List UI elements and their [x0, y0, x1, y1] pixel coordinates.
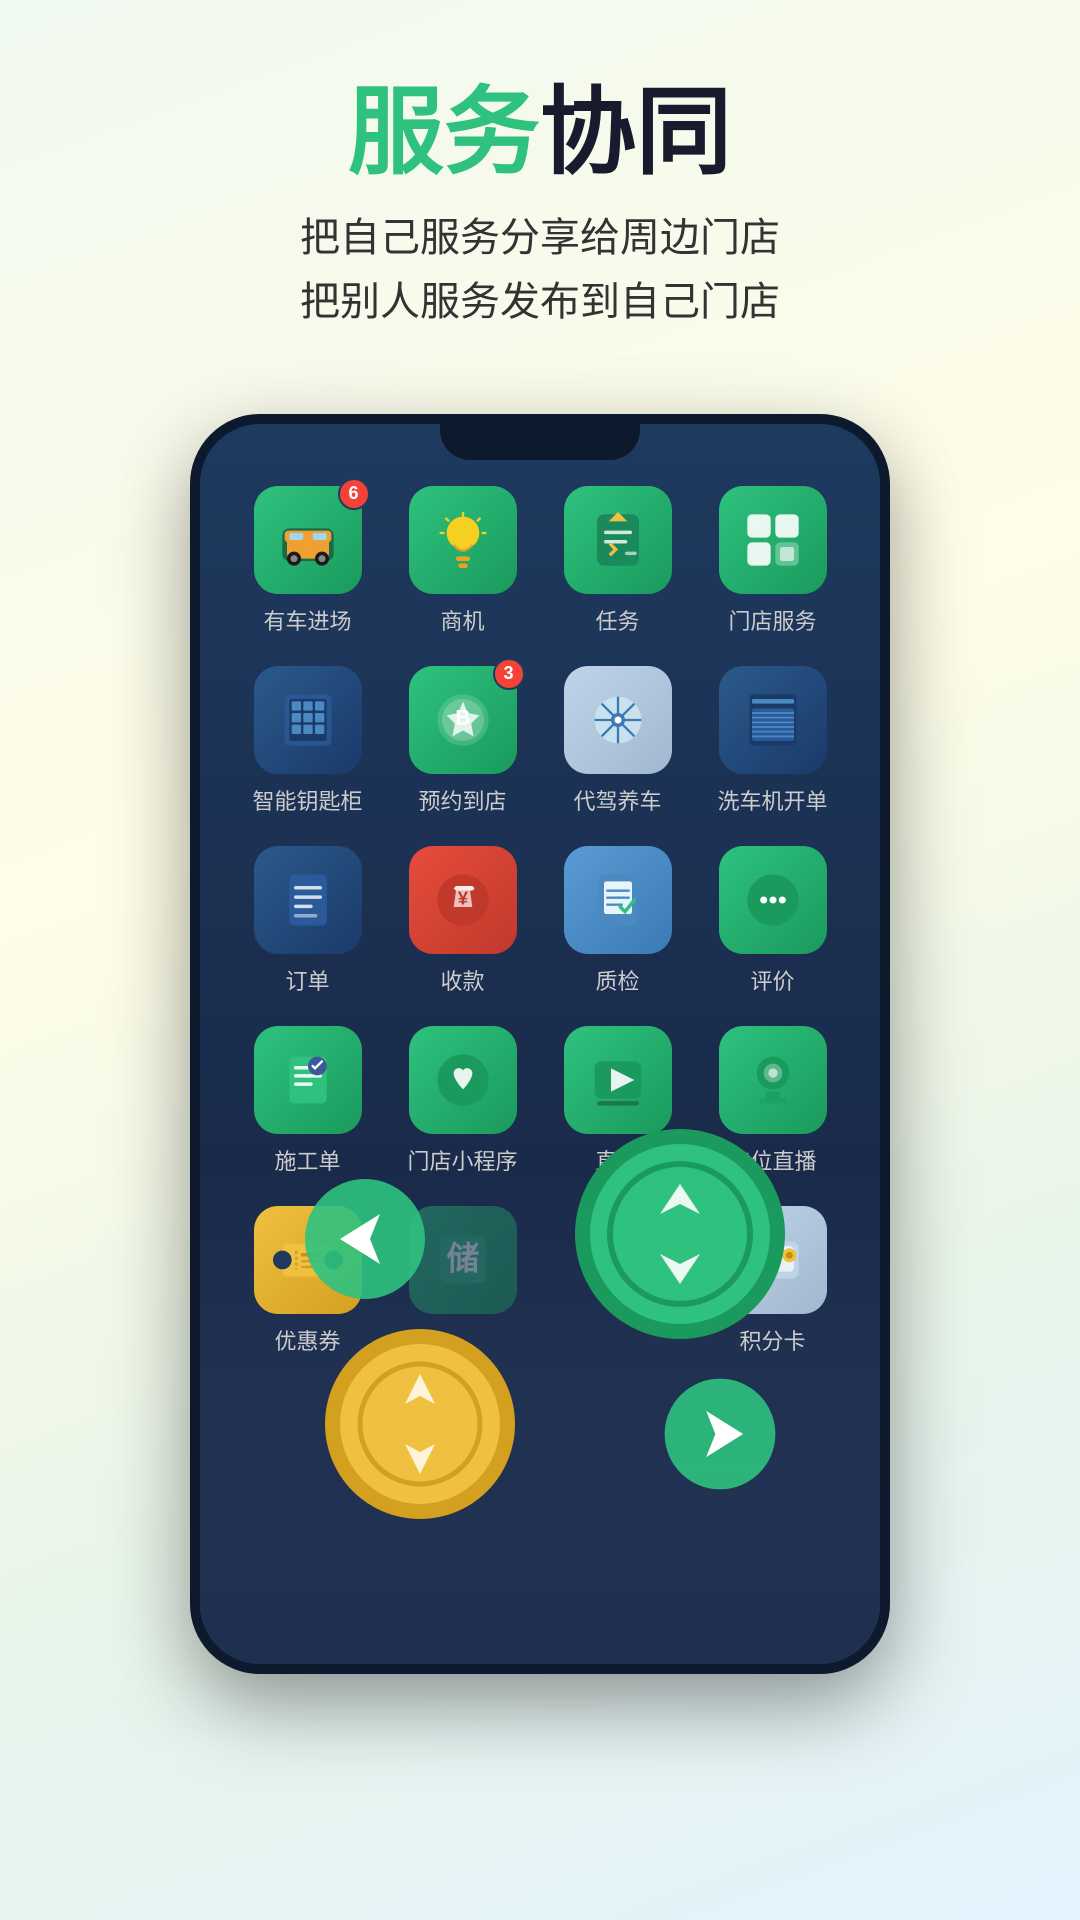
app-points[interactable]: 积分卡 [695, 1194, 850, 1364]
phone-notch [440, 424, 640, 460]
subtitle: 把自己服务分享给周边门店 把别人服务发布到自己门店 [40, 206, 1040, 334]
app-pay[interactable]: ¥ 收款 [385, 834, 540, 1004]
svg-text:B: B [455, 706, 470, 729]
app-live2[interactable]: 直播 [540, 1014, 695, 1184]
app-appt[interactable]: 3 B 预约到店 [385, 654, 540, 824]
app-coupon[interactable]: 优惠券 [230, 1194, 385, 1364]
app-key[interactable]: 智能钥匙柜 [230, 654, 385, 824]
app-car[interactable]: 6 有车进场 [230, 474, 385, 644]
app-review[interactable]: 评价 [695, 834, 850, 1004]
app-drive[interactable]: 代驾养车 [540, 654, 695, 824]
app-workpos[interactable]: 工位直播 [695, 1014, 850, 1184]
app-wash[interactable]: 洗车机开单 [695, 654, 850, 824]
app-idea[interactable]: 商机 [385, 474, 540, 644]
title-green-part: 服务 [348, 79, 540, 186]
header: 服务协同 把自己服务分享给周边门店 把别人服务发布到自己门店 [0, 0, 1080, 374]
title-dark-part: 协同 [540, 79, 732, 186]
app-task[interactable]: 任务 [540, 474, 695, 644]
app-store[interactable]: 门店服务 [695, 474, 850, 644]
svg-text:¥: ¥ [457, 887, 468, 908]
app-empty [540, 1194, 695, 1364]
app-work[interactable]: 施工单 [230, 1014, 385, 1184]
app-storage[interactable]: 储 [385, 1194, 540, 1364]
phone-device: 6 有车进场 [190, 414, 890, 1674]
phone-wrapper: 6 有车进场 [0, 414, 1080, 1674]
app-grid: 6 有车进场 [200, 424, 880, 1664]
app-quality[interactable]: 质检 [540, 834, 695, 1004]
app-order[interactable]: 订单 [230, 834, 385, 1004]
svg-text:储: 储 [446, 1239, 479, 1276]
app-mini[interactable]: 门店小程序 [385, 1014, 540, 1184]
main-title: 服务协同 [40, 80, 1040, 186]
